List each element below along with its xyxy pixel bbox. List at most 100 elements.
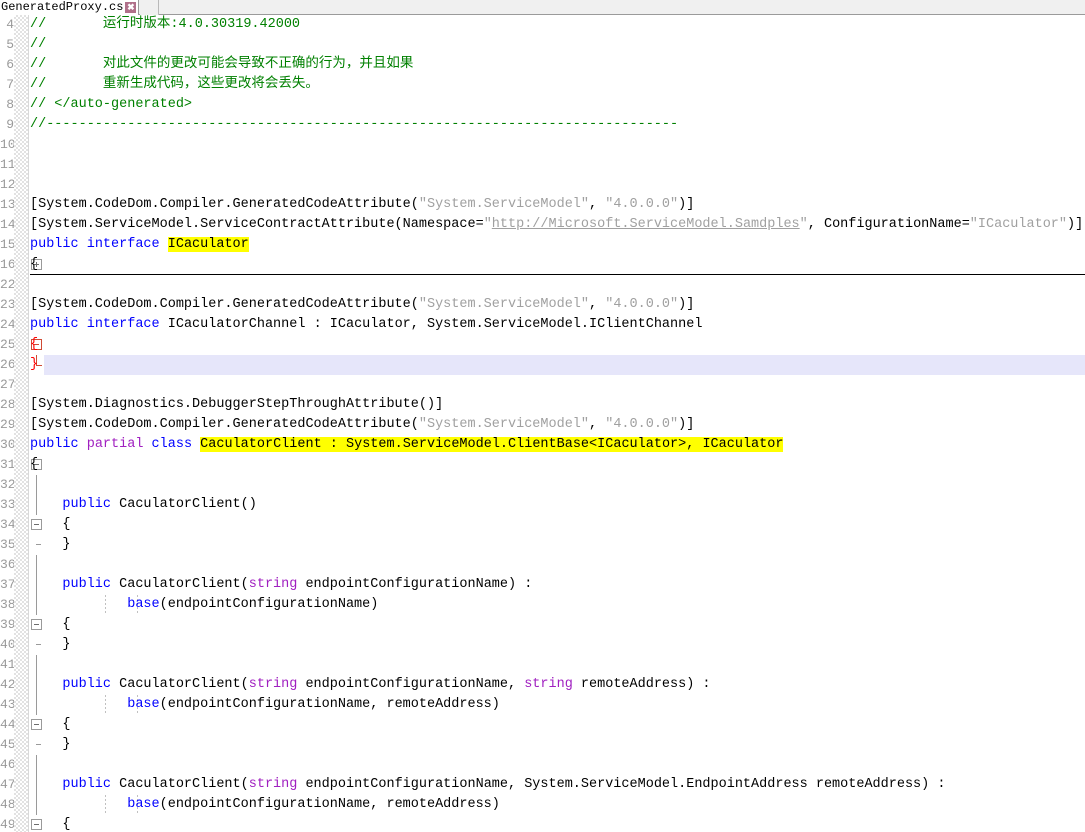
code-line[interactable]: 49 { [0,815,1085,832]
code-line[interactable]: 12 [0,175,1085,195]
code-line[interactable]: 36 [0,555,1085,575]
indicator-margin[interactable] [14,295,29,315]
indicator-margin[interactable] [14,135,29,155]
code-line[interactable]: 43 base(endpointConfigurationName, remot… [0,695,1085,715]
indicator-margin[interactable] [14,475,29,495]
code-line[interactable]: 45 } [0,735,1085,755]
code-text[interactable]: base(endpointConfigurationName) [30,595,378,615]
code-text[interactable]: public interface ICaculator [30,235,249,255]
indicator-margin[interactable] [14,555,29,575]
code-text[interactable]: // 运行时版本:4.0.30319.42000 [30,15,300,35]
indicator-margin[interactable] [14,275,29,295]
code-text[interactable]: //--------------------------------------… [30,115,678,135]
code-line[interactable]: 14 [System.ServiceModel.ServiceContractAt… [0,215,1085,235]
code-text[interactable]: { [30,455,38,475]
indicator-margin[interactable] [14,735,29,755]
code-line[interactable]: 39 { [0,615,1085,635]
folding-margin[interactable] [30,155,44,175]
indicator-margin[interactable] [14,115,29,135]
code-text[interactable]: public CaculatorClient(string endpointCo… [30,775,945,795]
indicator-margin[interactable] [14,635,29,655]
code-line[interactable]: 40 } [0,635,1085,655]
indicator-margin[interactable] [14,95,29,115]
close-icon[interactable]: ✖ [125,2,137,13]
indicator-margin[interactable] [14,315,29,335]
indicator-margin[interactable] [14,675,29,695]
indicator-margin[interactable] [14,375,29,395]
code-text[interactable]: // </auto-generated> [30,95,192,115]
code-text[interactable]: [System.Diagnostics.DebuggerStepThroughA… [30,395,443,415]
code-line[interactable]: 46 [0,755,1085,775]
code-line[interactable]: 32 [0,475,1085,495]
code-text[interactable]: { [30,615,70,635]
code-line[interactable]: 27 [0,375,1085,395]
indicator-margin[interactable] [14,775,29,795]
code-line[interactable]: 28 [System.Diagnostics.DebuggerStepThroug… [0,395,1085,415]
folding-margin[interactable] [30,175,44,195]
code-line[interactable]: 7 // 重新生成代码，这些更改将会丢失。 [0,75,1085,95]
code-line[interactable]: 30 public partial class CaculatorClient :… [0,435,1085,455]
code-line[interactable]: 11 [0,155,1085,175]
indicator-margin[interactable] [14,535,29,555]
code-line[interactable]: 9 //-------------------------------------… [0,115,1085,135]
code-text[interactable]: // [30,35,46,55]
code-text[interactable]: } [30,735,70,755]
code-text[interactable]: // 对此文件的更改可能会导致不正确的行为，并且如果 [30,55,413,75]
code-text[interactable]: { [30,815,70,832]
indicator-margin[interactable] [14,155,29,175]
code-line[interactable]: 4 // 运行时版本:4.0.30319.42000 [0,15,1085,35]
code-text[interactable]: { [30,715,70,735]
folding-margin[interactable] [30,755,44,775]
indicator-margin[interactable] [14,175,29,195]
code-line[interactable]: 15 public interface ICaculator [0,235,1085,255]
indicator-margin[interactable] [14,215,29,235]
code-line[interactable]: 24 public interface ICaculatorChannel : I… [0,315,1085,335]
folding-margin[interactable] [30,375,44,395]
code-text[interactable]: } [30,635,70,655]
folding-margin[interactable] [30,655,44,675]
url-link[interactable]: http://Microsoft.ServiceModel.Samdples [492,217,800,232]
indicator-margin[interactable] [14,695,29,715]
code-line[interactable]: 33 public CaculatorClient() [0,495,1085,515]
folding-margin[interactable] [30,555,44,575]
code-text[interactable]: } [30,355,38,375]
code-line[interactable]: 41 [0,655,1085,675]
code-line[interactable]: 31 { [0,455,1085,475]
code-line[interactable]: 29 [System.CodeDom.Compiler.GeneratedCode… [0,415,1085,435]
indicator-margin[interactable] [14,55,29,75]
indicator-margin[interactable] [14,435,29,455]
code-line[interactable]: 25 { [0,335,1085,355]
code-text[interactable]: base(endpointConfigurationName, remoteAd… [30,695,500,715]
indicator-margin[interactable] [14,255,29,275]
code-line[interactable]: 13 [System.CodeDom.Compiler.GeneratedCode… [0,195,1085,215]
code-line[interactable]: 22 [0,275,1085,295]
indicator-margin[interactable] [14,795,29,815]
code-line[interactable]: 47 public CaculatorClient(string endpoin… [0,775,1085,795]
code-line[interactable]: 6 // 对此文件的更改可能会导致不正确的行为，并且如果 [0,55,1085,75]
code-text[interactable]: public CaculatorClient() [30,495,256,515]
code-text[interactable]: base(endpointConfigurationName, remoteAd… [30,795,500,815]
indicator-margin[interactable] [14,655,29,675]
code-line[interactable]: 37 public CaculatorClient(string endpoin… [0,575,1085,595]
code-text[interactable]: } [30,535,70,555]
code-text[interactable]: { [30,515,70,535]
indicator-margin[interactable] [14,35,29,55]
indicator-margin[interactable] [14,815,29,832]
indicator-margin[interactable] [14,595,29,615]
indicator-margin[interactable] [14,495,29,515]
tab-generated-proxy-cs[interactable]: GeneratedProxy.cs ✖ [0,0,140,15]
indicator-margin[interactable] [14,755,29,775]
code-line[interactable]: 16 { [0,255,1085,275]
code-line[interactable]: 48 base(endpointConfigurationName, remot… [0,795,1085,815]
indicator-margin[interactable] [14,75,29,95]
indicator-margin[interactable] [14,455,29,475]
indicator-margin[interactable] [14,615,29,635]
indicator-margin[interactable] [14,195,29,215]
indicator-margin[interactable] [14,575,29,595]
code-editor-surface[interactable]: 4 // 运行时版本:4.0.30319.42000 5 // 6 // 对此文件的更改可… [0,15,1085,832]
code-line[interactable]: 42 public CaculatorClient(string endpoin… [0,675,1085,695]
code-text[interactable]: // 重新生成代码，这些更改将会丢失。 [30,75,319,95]
indicator-margin[interactable] [14,235,29,255]
indicator-margin[interactable] [14,395,29,415]
code-text[interactable]: public CaculatorClient(string endpointCo… [30,675,710,695]
